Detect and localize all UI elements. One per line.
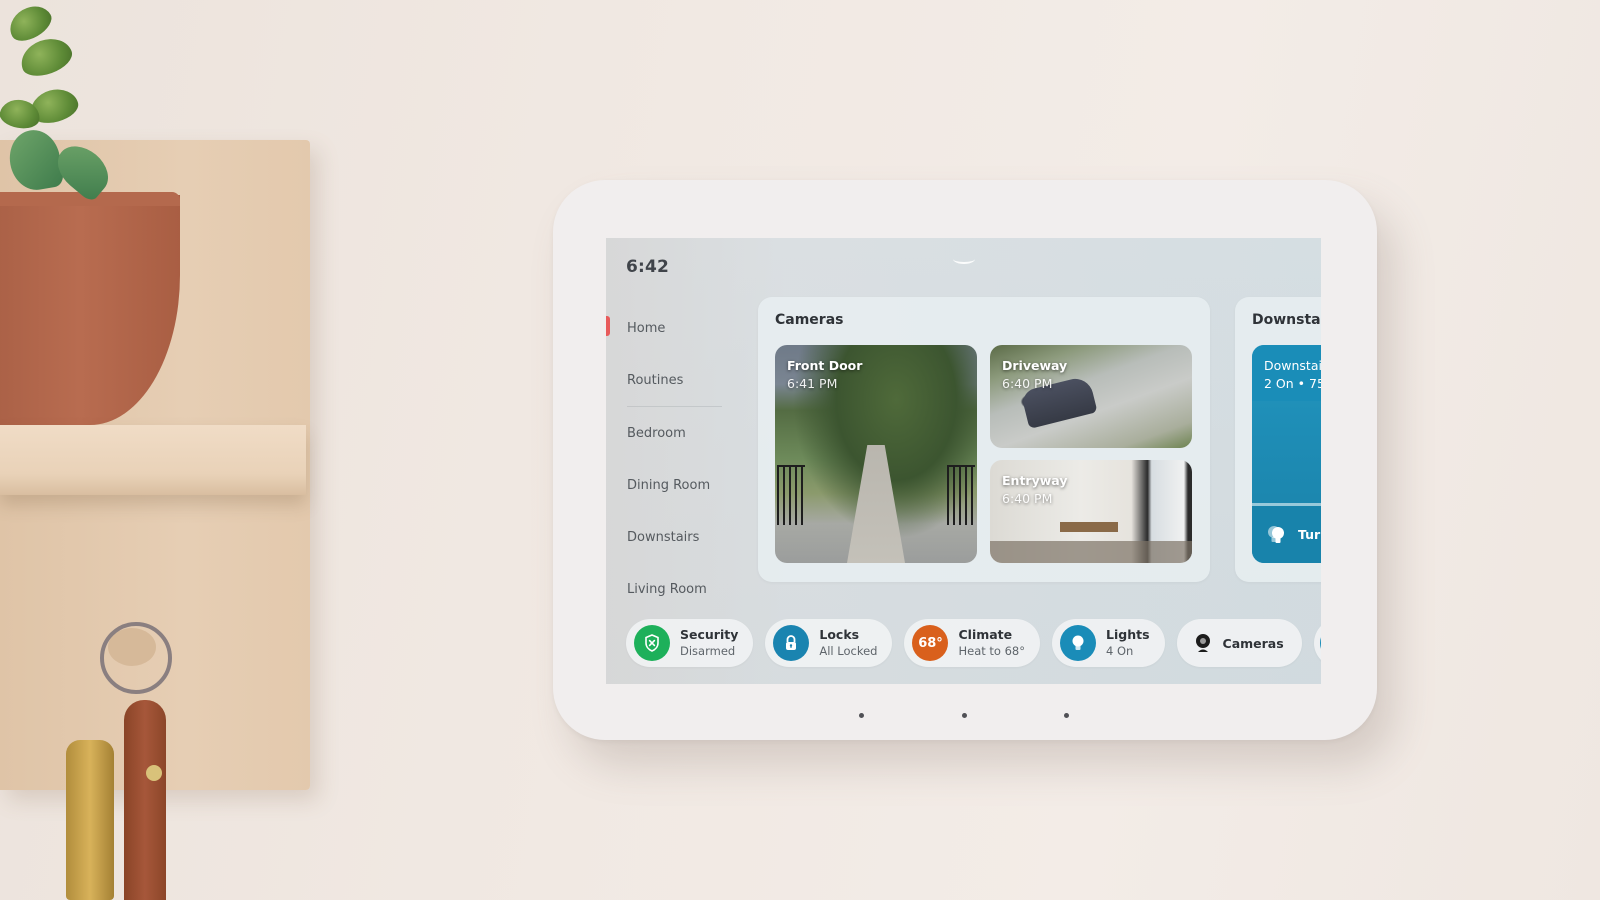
sidebar-item-label: Bedroom — [627, 425, 686, 441]
plant-succulent — [5, 126, 65, 194]
security-chip-title: Security — [680, 627, 739, 642]
sidebar-item-home[interactable]: Home — [606, 302, 746, 354]
clock: 6:42 — [626, 257, 670, 277]
camera-scene-railing — [947, 465, 975, 525]
wooden-wall-shelf — [0, 140, 310, 790]
camera-tile-driveway[interactable]: Driveway 6:40 PM — [990, 345, 1192, 448]
locks-chip-status: All Locked — [819, 644, 878, 658]
plant-leaf — [3, 0, 57, 47]
sidebar-nav: Home Routines Bedroom Dining Room Downst… — [606, 302, 746, 615]
downstairs-tile-status: 2 On • 75 — [1264, 376, 1321, 391]
plant-leaf — [26, 84, 82, 128]
webcam-icon — [1195, 634, 1210, 652]
plant-pot-rim — [0, 192, 180, 206]
smart-display-device: 6:42 Home Routines Bedroom Dining Room D… — [553, 180, 1377, 740]
camera-scene-bench — [1060, 522, 1118, 532]
turn-on-lights-label: Turn — [1298, 527, 1321, 542]
camera-name: Driveway — [1002, 358, 1068, 373]
quick-action-bar: Security Disarmed Locks All Locked 68° C… — [626, 619, 1321, 667]
camera-name: Front Door — [787, 358, 863, 373]
lightbulbs-icon — [1268, 525, 1284, 543]
climate-chip-title: Climate — [958, 627, 1013, 642]
plant-leaf — [15, 32, 77, 82]
page-dot[interactable] — [859, 713, 864, 718]
downstairs-tile-name: Downstairs — [1264, 358, 1321, 373]
sidebar-item-routines[interactable]: Routines — [606, 354, 746, 406]
sidebar-item-downstairs[interactable]: Downstairs — [606, 511, 746, 563]
camera-scene-railing — [777, 465, 805, 525]
downstairs-card: Downstairs Downstairs 2 On • 75 Turn — [1235, 297, 1321, 582]
page-indicator — [859, 713, 1069, 718]
sidebar-item-label: Living Room — [627, 581, 707, 597]
plant-succulent — [48, 136, 118, 204]
camera-name: Entryway — [1002, 473, 1068, 488]
device-screen: 6:42 Home Routines Bedroom Dining Room D… — [606, 238, 1321, 684]
pulldown-handle[interactable] — [953, 254, 975, 264]
key-ring — [100, 622, 172, 694]
strap-rivet — [146, 765, 162, 781]
sidebar-item-label: Downstairs — [627, 529, 700, 545]
sidebar-item-label: Dining Room — [627, 477, 711, 493]
lights-chip[interactable]: Lights 4 On — [1052, 619, 1165, 667]
downstairs-lights-tile[interactable]: Downstairs 2 On • 75 Turn — [1252, 345, 1321, 563]
sidebar-item-label: Routines — [627, 372, 684, 388]
brass-key — [66, 740, 114, 900]
cameras-chip-title: Cameras — [1222, 635, 1284, 651]
locks-chip[interactable]: Locks All Locked — [765, 619, 893, 667]
page-dot[interactable] — [1064, 713, 1069, 718]
camera-timestamp: 6:41 PM — [787, 376, 838, 391]
thermostat-temperature-badge: 68° — [912, 625, 949, 661]
security-chip-status: Disarmed — [680, 644, 736, 658]
locks-chip-title: Locks — [819, 627, 860, 642]
climate-chip[interactable]: 68° Climate Heat to 68° — [904, 619, 1041, 667]
security-chip[interactable]: Security Disarmed — [626, 619, 754, 667]
lights-chip-title: Lights — [1106, 627, 1150, 642]
shelf-ledge — [0, 425, 306, 495]
terracotta-plant-pot — [0, 195, 180, 425]
camera-scene-floor — [990, 541, 1192, 563]
lights-chip-status: 4 On — [1106, 644, 1134, 658]
cameras-chip[interactable]: Cameras — [1176, 619, 1302, 667]
cameras-card-title: Cameras — [775, 312, 844, 328]
turn-on-lights-button[interactable]: Turn — [1252, 506, 1321, 563]
key-hook-peg — [108, 628, 156, 666]
panel-icon — [1319, 625, 1321, 661]
camera-timestamp: 6:40 PM — [1002, 491, 1053, 506]
lightbulb-icon — [1060, 625, 1097, 661]
padlock-icon — [773, 625, 810, 661]
camera-tile-front-door[interactable]: Front Door 6:41 PM — [775, 345, 977, 563]
panel-chip[interactable] — [1313, 619, 1321, 667]
shield-x-icon — [634, 625, 670, 661]
sidebar-item-bedroom[interactable]: Bedroom — [606, 407, 746, 459]
camera-timestamp: 6:40 PM — [1002, 376, 1053, 391]
sidebar-item-label: Home — [627, 320, 666, 336]
camera-tile-entryway[interactable]: Entryway 6:40 PM — [990, 460, 1192, 563]
plant-leaf — [0, 96, 43, 132]
sidebar-item-living-room[interactable]: Living Room — [606, 563, 746, 615]
camera-scene-walkway — [847, 445, 905, 563]
cameras-card: Cameras Front Door 6:41 PM Driveway 6:40… — [758, 297, 1210, 582]
climate-chip-status: Heat to 68° — [958, 644, 1026, 658]
downstairs-card-title: Downstairs — [1252, 312, 1321, 328]
sidebar-item-dining-room[interactable]: Dining Room — [606, 459, 746, 511]
leather-key-strap — [124, 700, 166, 900]
page-dot[interactable] — [961, 713, 967, 718]
